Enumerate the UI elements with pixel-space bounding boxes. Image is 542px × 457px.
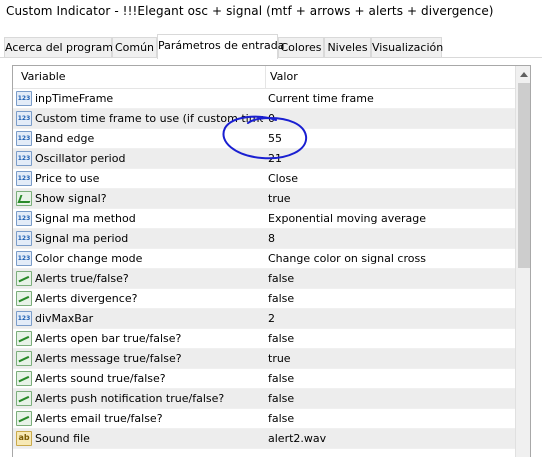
parameter-name: Custom time frame to use (if custom time… [35, 112, 263, 125]
parameter-name: Alerts true/false? [35, 272, 129, 285]
numeric-type-icon [16, 251, 32, 266]
tab-about[interactable]: Acerca del programa [4, 37, 120, 58]
parameter-row[interactable]: Band edge 55 [13, 129, 515, 149]
parameter-name: Alerts email true/false? [35, 412, 163, 425]
parameter-name: Price to use [35, 172, 100, 185]
boolean-type-icon [16, 411, 32, 426]
window-title: Custom Indicator - !!!Elegant osc + sign… [6, 4, 494, 18]
vertical-scrollbar[interactable] [515, 66, 530, 457]
numeric-type-icon [16, 171, 32, 186]
parameters-grid: Variable Valor inpTimeFrame Current time … [12, 65, 531, 457]
boolean-type-icon [16, 351, 32, 366]
parameter-name: Alerts push notification true/false? [35, 392, 225, 405]
parameter-row[interactable]: Signal ma method Exponential moving avera… [13, 209, 515, 229]
tab-input-parameters[interactable]: Parámetros de entrada [157, 34, 284, 59]
numeric-type-icon [16, 151, 32, 166]
parameter-row[interactable]: inpTimeFrame Current time frame [13, 89, 515, 109]
parameter-name: divMaxBar [35, 312, 94, 325]
numeric-type-icon [16, 211, 32, 226]
string-type-icon [16, 431, 32, 446]
numeric-type-icon [16, 111, 32, 126]
parameter-value[interactable]: false [268, 332, 508, 345]
parameter-row[interactable]: Alerts push notification true/false? fals… [13, 389, 515, 409]
boolean-type-icon [16, 191, 32, 206]
parameter-row[interactable]: Sound file alert2.wav [13, 429, 515, 449]
parameter-name: inpTimeFrame [35, 92, 114, 105]
column-header-value[interactable]: Valor [270, 70, 298, 83]
parameter-row[interactable]: Signal ma period 8 [13, 229, 515, 249]
numeric-type-icon [16, 311, 32, 326]
parameter-row[interactable]: Alerts email true/false? false [13, 409, 515, 429]
parameter-value[interactable]: false [268, 292, 508, 305]
tab-strip: Acerca del programa Común Parámetros de … [0, 34, 542, 59]
scroll-up-arrow-icon[interactable] [516, 66, 530, 83]
parameter-row[interactable]: Show signal? true [13, 189, 515, 209]
title-bar: Custom Indicator - !!!Elegant osc + sign… [0, 0, 542, 28]
parameter-value[interactable]: 55 [268, 132, 508, 145]
parameter-value[interactable]: 8 [268, 232, 508, 245]
tab-visualization[interactable]: Visualización [371, 37, 443, 58]
parameter-value[interactable]: Close [268, 172, 508, 185]
parameter-value[interactable]: Change color on signal cross [268, 252, 508, 265]
parameter-row[interactable]: Alerts true/false? false [13, 269, 515, 289]
parameter-value[interactable]: alert2.wav [268, 432, 508, 445]
parameter-value[interactable]: Current time frame [268, 92, 508, 105]
numeric-type-icon [16, 231, 32, 246]
boolean-type-icon [16, 331, 32, 346]
parameter-name: Alerts message true/false? [35, 352, 182, 365]
parameter-row[interactable]: Oscillator period 21 [13, 149, 515, 169]
parameter-value[interactable]: false [268, 412, 508, 425]
parameter-value[interactable]: 21 [268, 152, 508, 165]
parameter-name: Oscillator period [35, 152, 126, 165]
parameter-name: Band edge [35, 132, 95, 145]
parameter-value[interactable]: Exponential moving average [268, 212, 508, 225]
parameter-value[interactable]: true [268, 352, 508, 365]
boolean-type-icon [16, 391, 32, 406]
tab-levels[interactable]: Niveles [324, 37, 371, 58]
grid-rows: inpTimeFrame Current time frame Custom tim… [13, 89, 515, 449]
parameter-row[interactable]: Color change mode Change color on signal … [13, 249, 515, 269]
parameter-row[interactable]: Alerts message true/false? true [13, 349, 515, 369]
tab-colors[interactable]: Colores [278, 37, 324, 58]
parameter-name: Alerts sound true/false? [35, 372, 166, 385]
scroll-thumb[interactable] [518, 83, 530, 268]
tab-common[interactable]: Común [112, 37, 157, 58]
parameter-row[interactable]: divMaxBar 2 [13, 309, 515, 329]
parameter-value[interactable]: false [268, 272, 508, 285]
parameter-row[interactable]: Alerts open bar true/false? false [13, 329, 515, 349]
parameter-name: Sound file [35, 432, 90, 445]
parameter-name: Alerts open bar true/false? [35, 332, 182, 345]
parameter-name: Signal ma period [35, 232, 129, 245]
column-divider[interactable] [265, 66, 266, 89]
parameter-value[interactable]: true [268, 192, 508, 205]
parameter-row[interactable]: Alerts divergence? false [13, 289, 515, 309]
parameter-row[interactable]: Custom time frame to use (if custom time… [13, 109, 515, 129]
parameter-value[interactable]: 0 [268, 112, 508, 125]
parameter-value[interactable]: 2 [268, 312, 508, 325]
parameter-name: Signal ma method [35, 212, 136, 225]
boolean-type-icon [16, 291, 32, 306]
parameter-row[interactable]: Alerts sound true/false? false [13, 369, 515, 389]
parameter-row[interactable]: Price to use Close [13, 169, 515, 189]
grid-header: Variable Valor [13, 66, 515, 89]
column-header-variable[interactable]: Variable [21, 70, 66, 83]
parameter-value[interactable]: false [268, 372, 508, 385]
numeric-type-icon [16, 91, 32, 106]
parameter-value[interactable]: false [268, 392, 508, 405]
boolean-type-icon [16, 371, 32, 386]
parameter-name: Color change mode [35, 252, 143, 265]
boolean-type-icon [16, 271, 32, 286]
parameter-name: Alerts divergence? [35, 292, 138, 305]
numeric-type-icon [16, 131, 32, 146]
parameter-name: Show signal? [35, 192, 107, 205]
